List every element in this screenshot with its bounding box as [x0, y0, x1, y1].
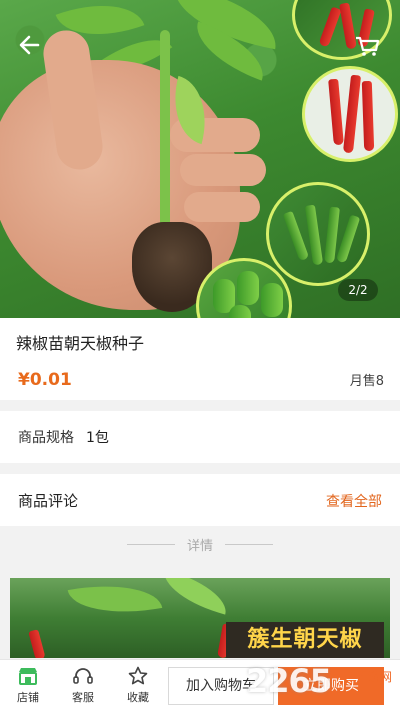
details-divider: 详情: [0, 526, 400, 562]
product-image-carousel[interactable]: 2/2: [0, 0, 400, 318]
buy-now-button[interactable]: 立即购买: [278, 667, 384, 705]
finger-shape: [184, 192, 260, 222]
spec-value: 1包: [86, 430, 109, 446]
shopping-cart-icon: [356, 36, 380, 56]
monthly-sales: 月售8: [349, 374, 384, 389]
product-title: 辣椒苗朝天椒种子: [16, 334, 145, 353]
pepper-shape: [28, 629, 46, 658]
customer-service-nav-item[interactable]: 客服: [61, 666, 105, 708]
add-to-cart-button[interactable]: 加入购物车: [168, 667, 274, 705]
shop-icon: [19, 668, 37, 685]
bottom-action-bar: 店铺 客服 收藏 加入购物车 立即购买: [0, 659, 400, 711]
service-label: 客服: [72, 691, 94, 704]
arrow-left-icon: [19, 35, 40, 55]
image-page-indicator: 2/2: [338, 279, 378, 301]
view-all-reviews-link[interactable]: 查看全部: [326, 491, 382, 511]
headset-icon: [73, 668, 93, 684]
product-price: ¥0.01: [18, 370, 72, 390]
reviews-label: 商品评论: [18, 492, 79, 510]
divider-line-left: [126, 543, 175, 545]
detail-image: 簇生朝天椒: [10, 578, 390, 658]
shop-nav-item[interactable]: 店铺: [6, 666, 50, 708]
thumb-red-peppers: [302, 66, 398, 162]
details-divider-label: 详情: [186, 538, 213, 554]
seedling-stem: [160, 30, 170, 240]
back-button[interactable]: [14, 30, 48, 60]
thumb-green-peppers: [266, 182, 370, 286]
favorite-nav-item[interactable]: 收藏: [116, 666, 160, 708]
finger-shape: [180, 154, 266, 186]
leaf-shape: [157, 578, 233, 615]
divider-line-right: [225, 543, 273, 545]
product-spec-row[interactable]: 商品规格 1包: [0, 411, 400, 463]
cart-button[interactable]: [350, 30, 384, 60]
favorite-label: 收藏: [127, 691, 149, 704]
product-reviews-row: 商品评论 查看全部: [0, 474, 400, 526]
leaf-shape: [67, 578, 163, 624]
spec-label: 商品规格: [18, 430, 74, 446]
product-info-card: 辣椒苗朝天椒种子 ¥0.01 月售8: [0, 318, 400, 400]
detail-banner-text: 簇生朝天椒: [226, 622, 384, 658]
shop-label: 店铺: [17, 691, 39, 704]
star-icon: [128, 666, 148, 685]
